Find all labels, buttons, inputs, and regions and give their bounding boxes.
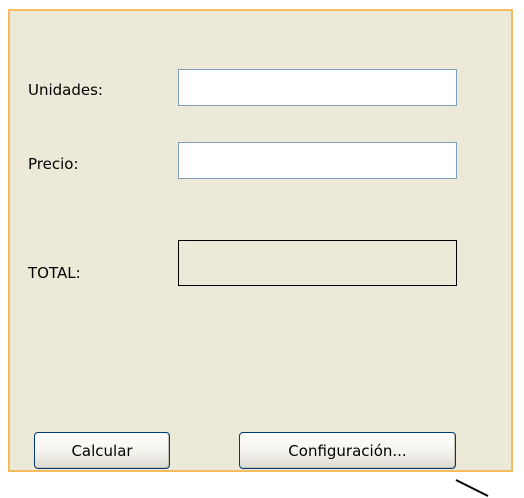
screenshot-stage: Unidades: Precio: TOTAL: Calcular Config… — [0, 0, 524, 498]
annotation-line — [455, 479, 489, 497]
annotation-pointer-line — [455, 479, 489, 497]
